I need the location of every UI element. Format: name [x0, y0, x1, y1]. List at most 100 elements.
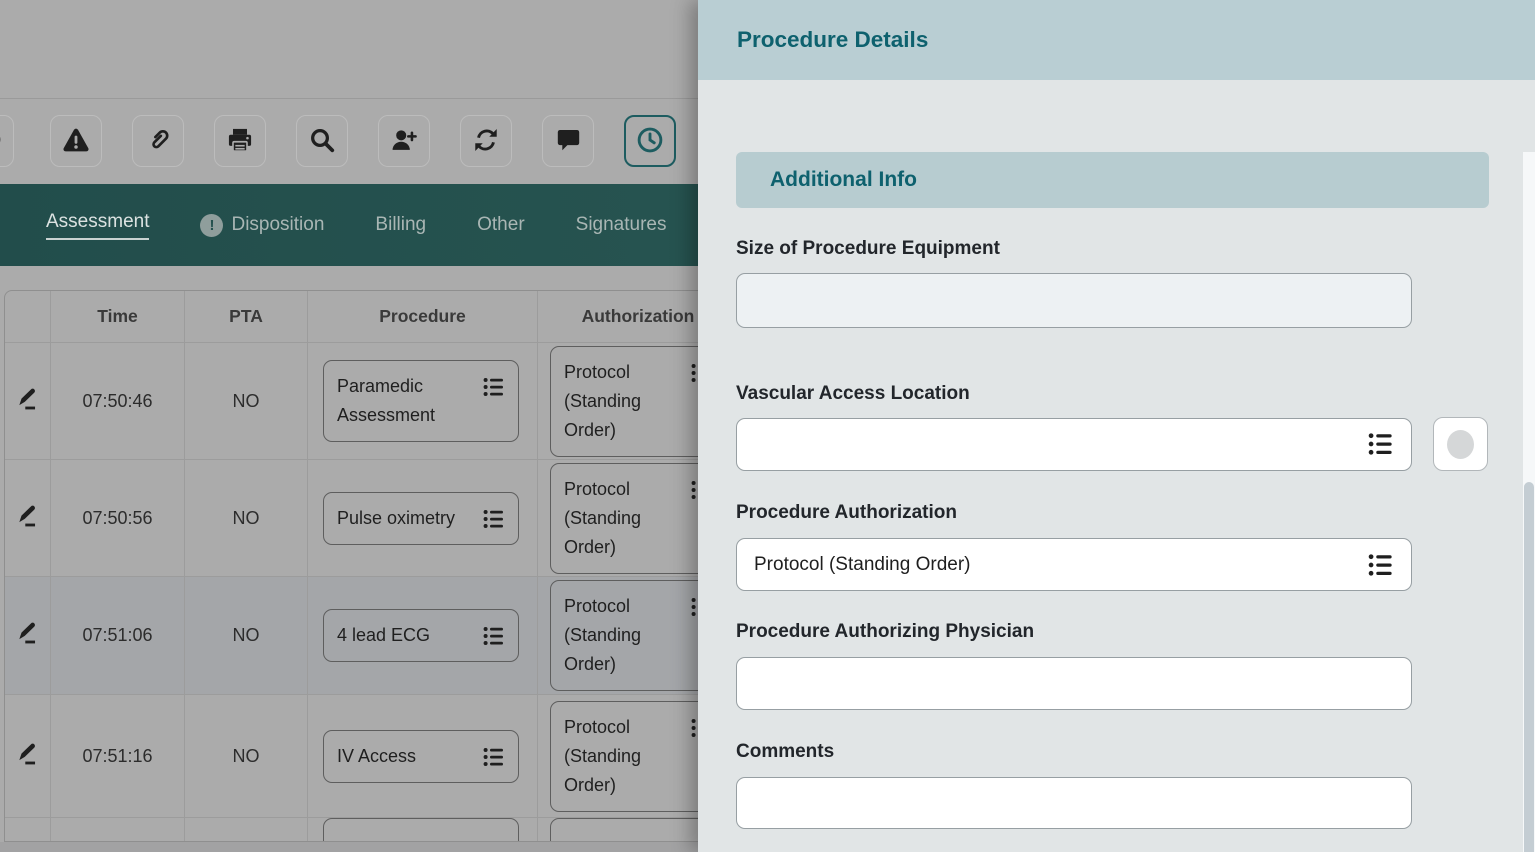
- comments-input[interactable]: [736, 777, 1412, 829]
- size-of-procedure-equipment-input[interactable]: [736, 273, 1412, 328]
- times-button[interactable]: [624, 115, 676, 167]
- table-row: 07:51:16 NO IV Access Protocol (Standing…: [5, 695, 740, 818]
- sync-icon: [472, 126, 500, 157]
- procedure-cell: [308, 818, 538, 842]
- procedure-picker[interactable]: IV Access: [323, 730, 519, 783]
- complete-button[interactable]: [0, 115, 14, 167]
- edit-pencil-icon: [15, 741, 41, 772]
- header-edit: [5, 291, 51, 343]
- search-button[interactable]: [296, 115, 348, 167]
- size-of-procedure-equipment-label: Size of Procedure Equipment: [736, 238, 1535, 260]
- time-cell: 07:51:16: [51, 695, 185, 818]
- header-time: Time: [51, 291, 185, 343]
- table-header-row: Time PTA Procedure Authorization: [5, 291, 740, 343]
- pta-cell: NO: [185, 577, 308, 695]
- procedure-value: 4 lead ECG: [337, 621, 471, 650]
- procedure-authorizing-physician-label: Procedure Authorizing Physician: [736, 621, 1535, 643]
- table-row-partial: [5, 818, 740, 842]
- procedure-picker[interactable]: Pulse oximetry: [323, 492, 519, 545]
- table-row: 07:50:46 NO Paramedic Assessment Protoco…: [5, 343, 740, 460]
- vascular-access-location-input[interactable]: [736, 418, 1412, 471]
- list-icon: [483, 625, 505, 647]
- procedure-picker[interactable]: [323, 818, 519, 842]
- warning-triangle-icon: [62, 126, 90, 157]
- pta-cell: NO: [185, 343, 308, 460]
- procedure-picker[interactable]: 4 lead ECG: [323, 609, 519, 662]
- tab-signatures[interactable]: Signatures: [576, 214, 667, 236]
- list-icon: [483, 376, 505, 398]
- section-title: Additional Info: [770, 168, 917, 192]
- authorization-value: Protocol (Standing Order): [564, 713, 679, 800]
- authorization-value: Protocol (Standing Order): [564, 358, 679, 445]
- panel-scrollbar-thumb[interactable]: [1524, 482, 1534, 852]
- paperclip-icon: [144, 126, 172, 157]
- procedure-cell: Pulse oximetry: [308, 460, 538, 577]
- list-icon: [483, 746, 505, 768]
- tab-assessment[interactable]: Assessment: [46, 211, 149, 240]
- app-screen: Assessment ! Disposition Billing Other S…: [0, 0, 1535, 852]
- tab-disposition-label: Disposition: [231, 214, 324, 236]
- procedures-table: Time PTA Procedure Authorization 07:50:4…: [4, 290, 741, 842]
- procedure-authorization-value: Protocol (Standing Order): [754, 554, 971, 576]
- clock-icon: [635, 125, 665, 158]
- procedure-value: Paramedic Assessment: [337, 372, 471, 430]
- table-row: 07:50:56 NO Pulse oximetry Protocol (Sta…: [5, 460, 740, 577]
- edit-cell[interactable]: [5, 460, 51, 577]
- tab-billing[interactable]: Billing: [375, 214, 426, 236]
- procedure-cell: 4 lead ECG: [308, 577, 538, 695]
- list-icon: [1368, 552, 1394, 578]
- pta-cell: [185, 818, 308, 842]
- procedure-cell: IV Access: [308, 695, 538, 818]
- edit-pencil-icon: [15, 503, 41, 534]
- person-add-icon: [390, 126, 418, 157]
- pta-cell: NO: [185, 460, 308, 577]
- print-button[interactable]: [214, 115, 266, 167]
- header-procedure: Procedure: [308, 291, 538, 343]
- time-cell: 07:51:06: [51, 577, 185, 695]
- procedure-authorization-input[interactable]: Protocol (Standing Order): [736, 538, 1412, 591]
- panel-title: Procedure Details: [737, 27, 928, 53]
- add-person-button[interactable]: [378, 115, 430, 167]
- vascular-access-option-button[interactable]: [1433, 417, 1488, 471]
- tab-assessment-label: Assessment: [46, 211, 149, 240]
- list-icon: [483, 508, 505, 530]
- attachments-button[interactable]: [132, 115, 184, 167]
- edit-pencil-icon: [15, 620, 41, 651]
- procedure-value: IV Access: [337, 742, 471, 771]
- header-pta: PTA: [185, 291, 308, 343]
- procedure-value: Pulse oximetry: [337, 504, 471, 533]
- pta-cell: NO: [185, 695, 308, 818]
- edit-pencil-icon: [15, 386, 41, 417]
- time-cell: 07:50:56: [51, 460, 185, 577]
- time-cell: 07:50:46: [51, 343, 185, 460]
- printer-icon: [226, 126, 254, 157]
- procedure-authorizing-physician-input[interactable]: [736, 657, 1412, 710]
- warning-circle-icon: !: [200, 214, 223, 237]
- comments-button[interactable]: [542, 115, 594, 167]
- comments-label: Comments: [736, 741, 1535, 763]
- procedure-cell: Paramedic Assessment: [308, 343, 538, 460]
- edit-cell[interactable]: [5, 577, 51, 695]
- vascular-access-location-label: Vascular Access Location: [736, 383, 1535, 405]
- time-cell: [51, 818, 185, 842]
- edit-cell[interactable]: [5, 343, 51, 460]
- panel-header: Procedure Details: [698, 0, 1535, 80]
- search-icon: [308, 126, 336, 157]
- procedure-picker[interactable]: Paramedic Assessment: [323, 360, 519, 442]
- panel-scrollbar-track[interactable]: [1523, 152, 1535, 852]
- tab-other[interactable]: Other: [477, 214, 525, 236]
- tab-signatures-label: Signatures: [576, 214, 667, 236]
- table-row-selected: 07:51:06 NO 4 lead ECG Protocol (Standin…: [5, 577, 740, 695]
- procedure-authorization-label: Procedure Authorization: [736, 502, 1535, 524]
- authorization-value: Protocol (Standing Order): [564, 475, 679, 562]
- alerts-button[interactable]: [50, 115, 102, 167]
- edit-cell[interactable]: [5, 695, 51, 818]
- tab-disposition[interactable]: ! Disposition: [200, 214, 324, 237]
- chat-icon: [555, 126, 582, 156]
- authorization-value: Protocol (Standing Order): [564, 592, 679, 679]
- procedure-details-panel: Procedure Details Additional Info Size o…: [698, 0, 1535, 852]
- tab-other-label: Other: [477, 214, 525, 236]
- sync-button[interactable]: [460, 115, 512, 167]
- panel-body: Additional Info Size of Procedure Equipm…: [698, 152, 1535, 852]
- check-circle-icon: [0, 126, 2, 156]
